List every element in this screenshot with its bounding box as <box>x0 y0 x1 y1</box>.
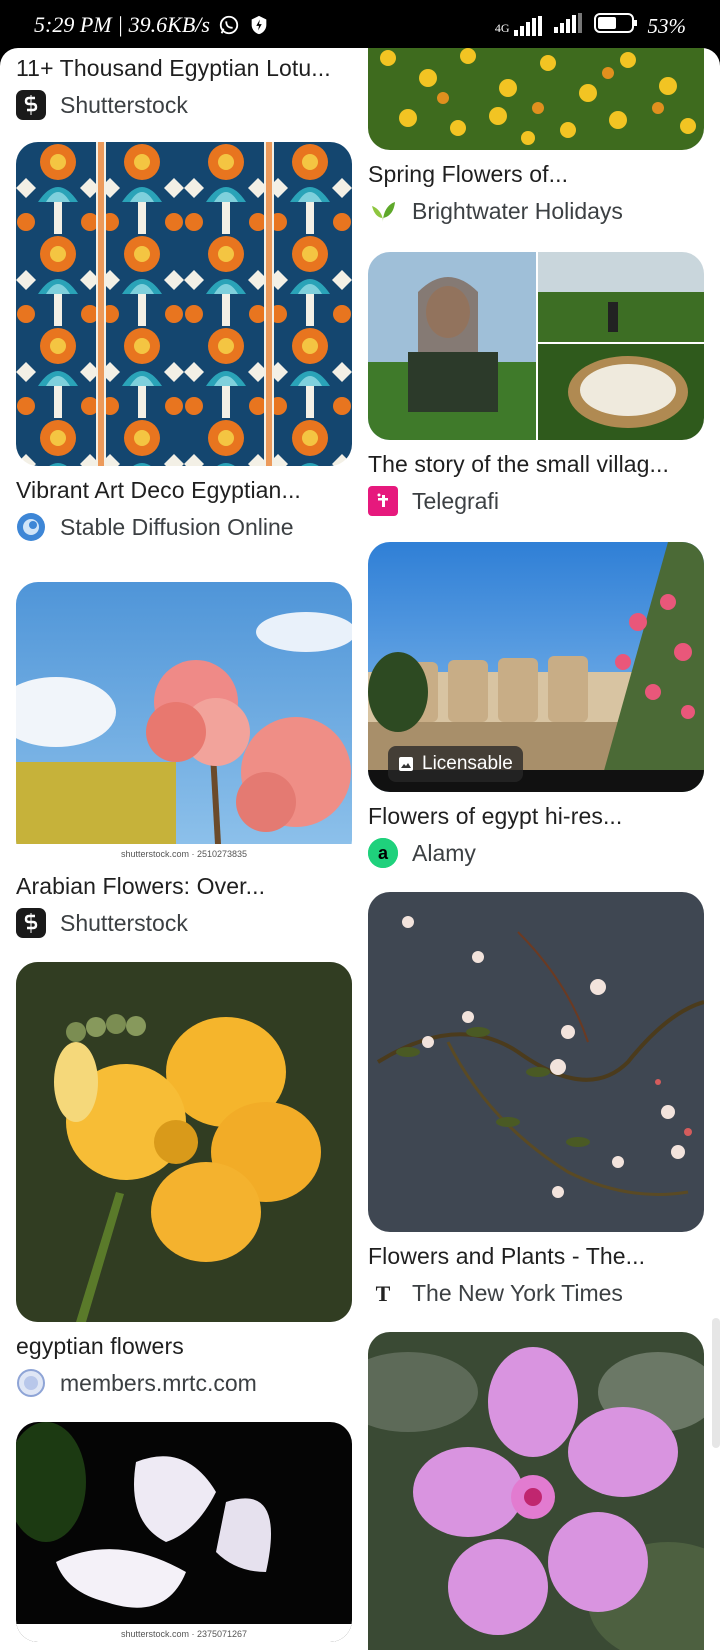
nyt-icon: T <box>368 1278 398 1308</box>
thumbnail-watermark: shutterstock.com · 2510273835 <box>121 849 247 859</box>
shield-bolt-icon <box>248 14 270 36</box>
image-icon <box>398 756 414 772</box>
result-thumbnail[interactable] <box>368 48 704 150</box>
result-source: Shutterstock <box>16 908 352 938</box>
result-title: 11+ Thousand Egyptian Lotu... <box>16 55 331 81</box>
result-source: Stable Diffusion Online <box>16 512 352 542</box>
result-card[interactable]: Flowers and Plants - The... T The New Yo… <box>368 892 704 1308</box>
licensable-badge: Licensable <box>388 746 523 782</box>
result-thumbnail[interactable] <box>368 892 704 1232</box>
status-right: 4G 53% <box>495 12 686 40</box>
result-card[interactable]: Vibrant Art Deco Egyptian... Stable Diff… <box>16 142 352 542</box>
image-results-grid: 11+ Thousand Egyptian Lotu... Shuttersto… <box>0 48 720 1650</box>
result-source-name: Shutterstock <box>60 91 188 118</box>
result-card[interactable]: Licensable Flowers of egypt hi-res... a … <box>368 542 704 868</box>
leaf-icon <box>368 196 398 226</box>
status-left: 5:29 PM | 39.6KB/s <box>34 12 270 38</box>
result-card[interactable]: shutterstock.com · 2375071267 <box>16 1422 352 1642</box>
shutterstock-icon <box>16 908 46 938</box>
result-thumbnail[interactable] <box>16 142 352 466</box>
result-title: The story of the small villag... <box>368 451 670 477</box>
result-card[interactable]: 11+ Thousand Egyptian Lotu... Shuttersto… <box>16 48 352 120</box>
alamy-icon: a <box>368 838 398 868</box>
telegrafi-icon <box>368 486 398 516</box>
battery-percent: 53% <box>647 13 687 38</box>
result-source-name: The New York Times <box>412 1279 623 1306</box>
result-card[interactable]: The story of the small villag... Telegra… <box>368 252 704 516</box>
globe-icon <box>16 1368 46 1398</box>
result-card[interactable]: Spring Flowers of... Brightwater Holiday… <box>368 48 704 226</box>
result-card[interactable] <box>368 1332 704 1650</box>
result-source-name: members.mrtc.com <box>60 1369 257 1396</box>
result-title: egyptian flowers <box>16 1333 184 1359</box>
result-source: a Alamy <box>368 838 704 868</box>
status-time-speed: 5:29 PM | 39.6KB/s <box>34 12 210 37</box>
status-bar: 5:29 PM | 39.6KB/s 4G 53% <box>0 0 720 52</box>
scroll-indicator[interactable] <box>712 1318 720 1448</box>
result-title: Arabian Flowers: Over... <box>16 873 266 899</box>
result-source: members.mrtc.com <box>16 1368 352 1398</box>
result-source-name: Telegrafi <box>412 487 499 514</box>
stable-diffusion-icon <box>16 512 46 542</box>
result-title: Flowers and Plants - The... <box>368 1243 646 1269</box>
result-thumbnail[interactable] <box>16 962 352 1322</box>
result-card[interactable]: shutterstock.com · 2510273835 Arabian Fl… <box>16 582 352 938</box>
result-source: Shutterstock <box>16 90 352 120</box>
result-thumbnail[interactable] <box>368 1332 704 1650</box>
svg-text:a: a <box>378 843 389 863</box>
battery-icon <box>593 12 638 40</box>
result-source-name: Brightwater Holidays <box>412 197 623 224</box>
result-thumbnail[interactable] <box>368 252 704 440</box>
thumbnail-watermark: shutterstock.com · 2375071267 <box>121 1629 247 1639</box>
result-source-name: Shutterstock <box>60 909 188 936</box>
network-type-icon: 4G <box>495 16 544 36</box>
result-title: Vibrant Art Deco Egyptian... <box>16 477 301 503</box>
result-source: Telegrafi <box>368 486 704 516</box>
svg-text:T: T <box>376 1281 391 1306</box>
result-thumbnail[interactable]: Licensable <box>368 542 704 792</box>
result-title: Spring Flowers of... <box>368 161 569 187</box>
result-thumbnail[interactable]: shutterstock.com · 2375071267 <box>16 1422 352 1642</box>
shutterstock-icon <box>16 90 46 120</box>
result-source: Brightwater Holidays <box>368 196 704 226</box>
result-card[interactable]: egyptian flowers members.mrtc.com <box>16 962 352 1398</box>
badge-label: Licensable <box>422 753 513 774</box>
result-source-name: Alamy <box>412 839 476 866</box>
result-title: Flowers of egypt hi-res... <box>368 803 623 829</box>
result-source: T The New York Times <box>368 1278 704 1308</box>
result-source-name: Stable Diffusion Online <box>60 513 294 540</box>
signal-icon <box>553 13 584 39</box>
whatsapp-icon <box>218 14 240 36</box>
network-label: 4G <box>494 21 510 35</box>
result-thumbnail[interactable]: shutterstock.com · 2510273835 <box>16 582 352 862</box>
